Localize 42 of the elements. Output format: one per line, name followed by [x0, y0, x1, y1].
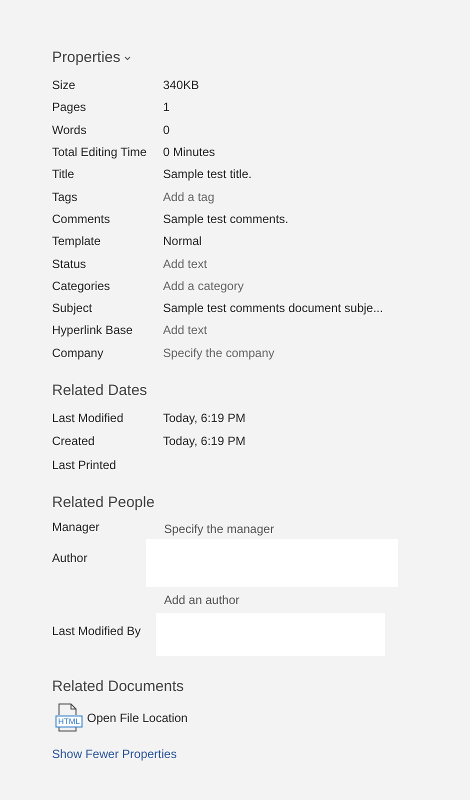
section-heading: Related People: [52, 493, 156, 512]
property-field[interactable]: Add text: [163, 254, 208, 273]
people-label: Last Modified By: [52, 623, 142, 640]
property-field[interactable]: Add text: [163, 321, 208, 340]
property-label: Title: [52, 166, 76, 184]
people-label: Manager: [52, 519, 100, 536]
property-value[interactable]: 0 Minutes: [163, 143, 216, 162]
property-label: Tags: [52, 188, 78, 206]
manager-field[interactable]: Specify the manager: [164, 520, 274, 538]
property-value[interactable]: Sample test comments.: [163, 210, 288, 228]
property-field[interactable]: Add a category: [163, 276, 244, 295]
property-label: Hyperlink Base: [52, 322, 134, 340]
property-label: Categories: [52, 278, 112, 295]
property-label: Company: [52, 344, 104, 362]
property-label: Status: [52, 256, 88, 273]
section-heading: Properties: [52, 48, 120, 68]
property-label: Words: [52, 122, 88, 139]
date-value: Today, 6:19 PM: [163, 433, 246, 450]
property-field[interactable]: Specify the company: [163, 344, 274, 362]
show-fewer-link[interactable]: Show Fewer Properties: [52, 745, 177, 764]
date-value: Today, 6:19 PM: [163, 410, 246, 427]
date-label: Last Printed: [52, 456, 118, 474]
property-value[interactable]: Sample test title.: [163, 165, 252, 184]
property-value[interactable]: 1: [163, 98, 170, 116]
property-value[interactable]: Sample test comments document subje...: [163, 299, 384, 318]
property-label: Pages: [52, 99, 88, 116]
open-file-location-button[interactable]: HTML Open File Location: [55, 702, 188, 734]
property-value[interactable]: 0: [163, 120, 170, 139]
property-value[interactable]: 340KB: [163, 76, 200, 94]
add-author-link[interactable]: Add an author: [164, 591, 240, 610]
property-label: Total Editing Time: [52, 144, 148, 162]
property-field[interactable]: Add a tag: [163, 188, 214, 206]
date-label: Created: [52, 433, 96, 450]
property-label: Comments: [52, 210, 112, 228]
property-label: Template: [52, 233, 102, 250]
section-heading: Related Dates: [52, 380, 148, 400]
section-heading: Related Documents: [52, 677, 185, 696]
people-label: Author: [52, 550, 88, 568]
property-label: Subject: [52, 300, 94, 318]
property-value[interactable]: Normal: [163, 232, 202, 250]
date-label: Last Modified: [52, 410, 124, 427]
property-label: Size: [52, 77, 76, 94]
